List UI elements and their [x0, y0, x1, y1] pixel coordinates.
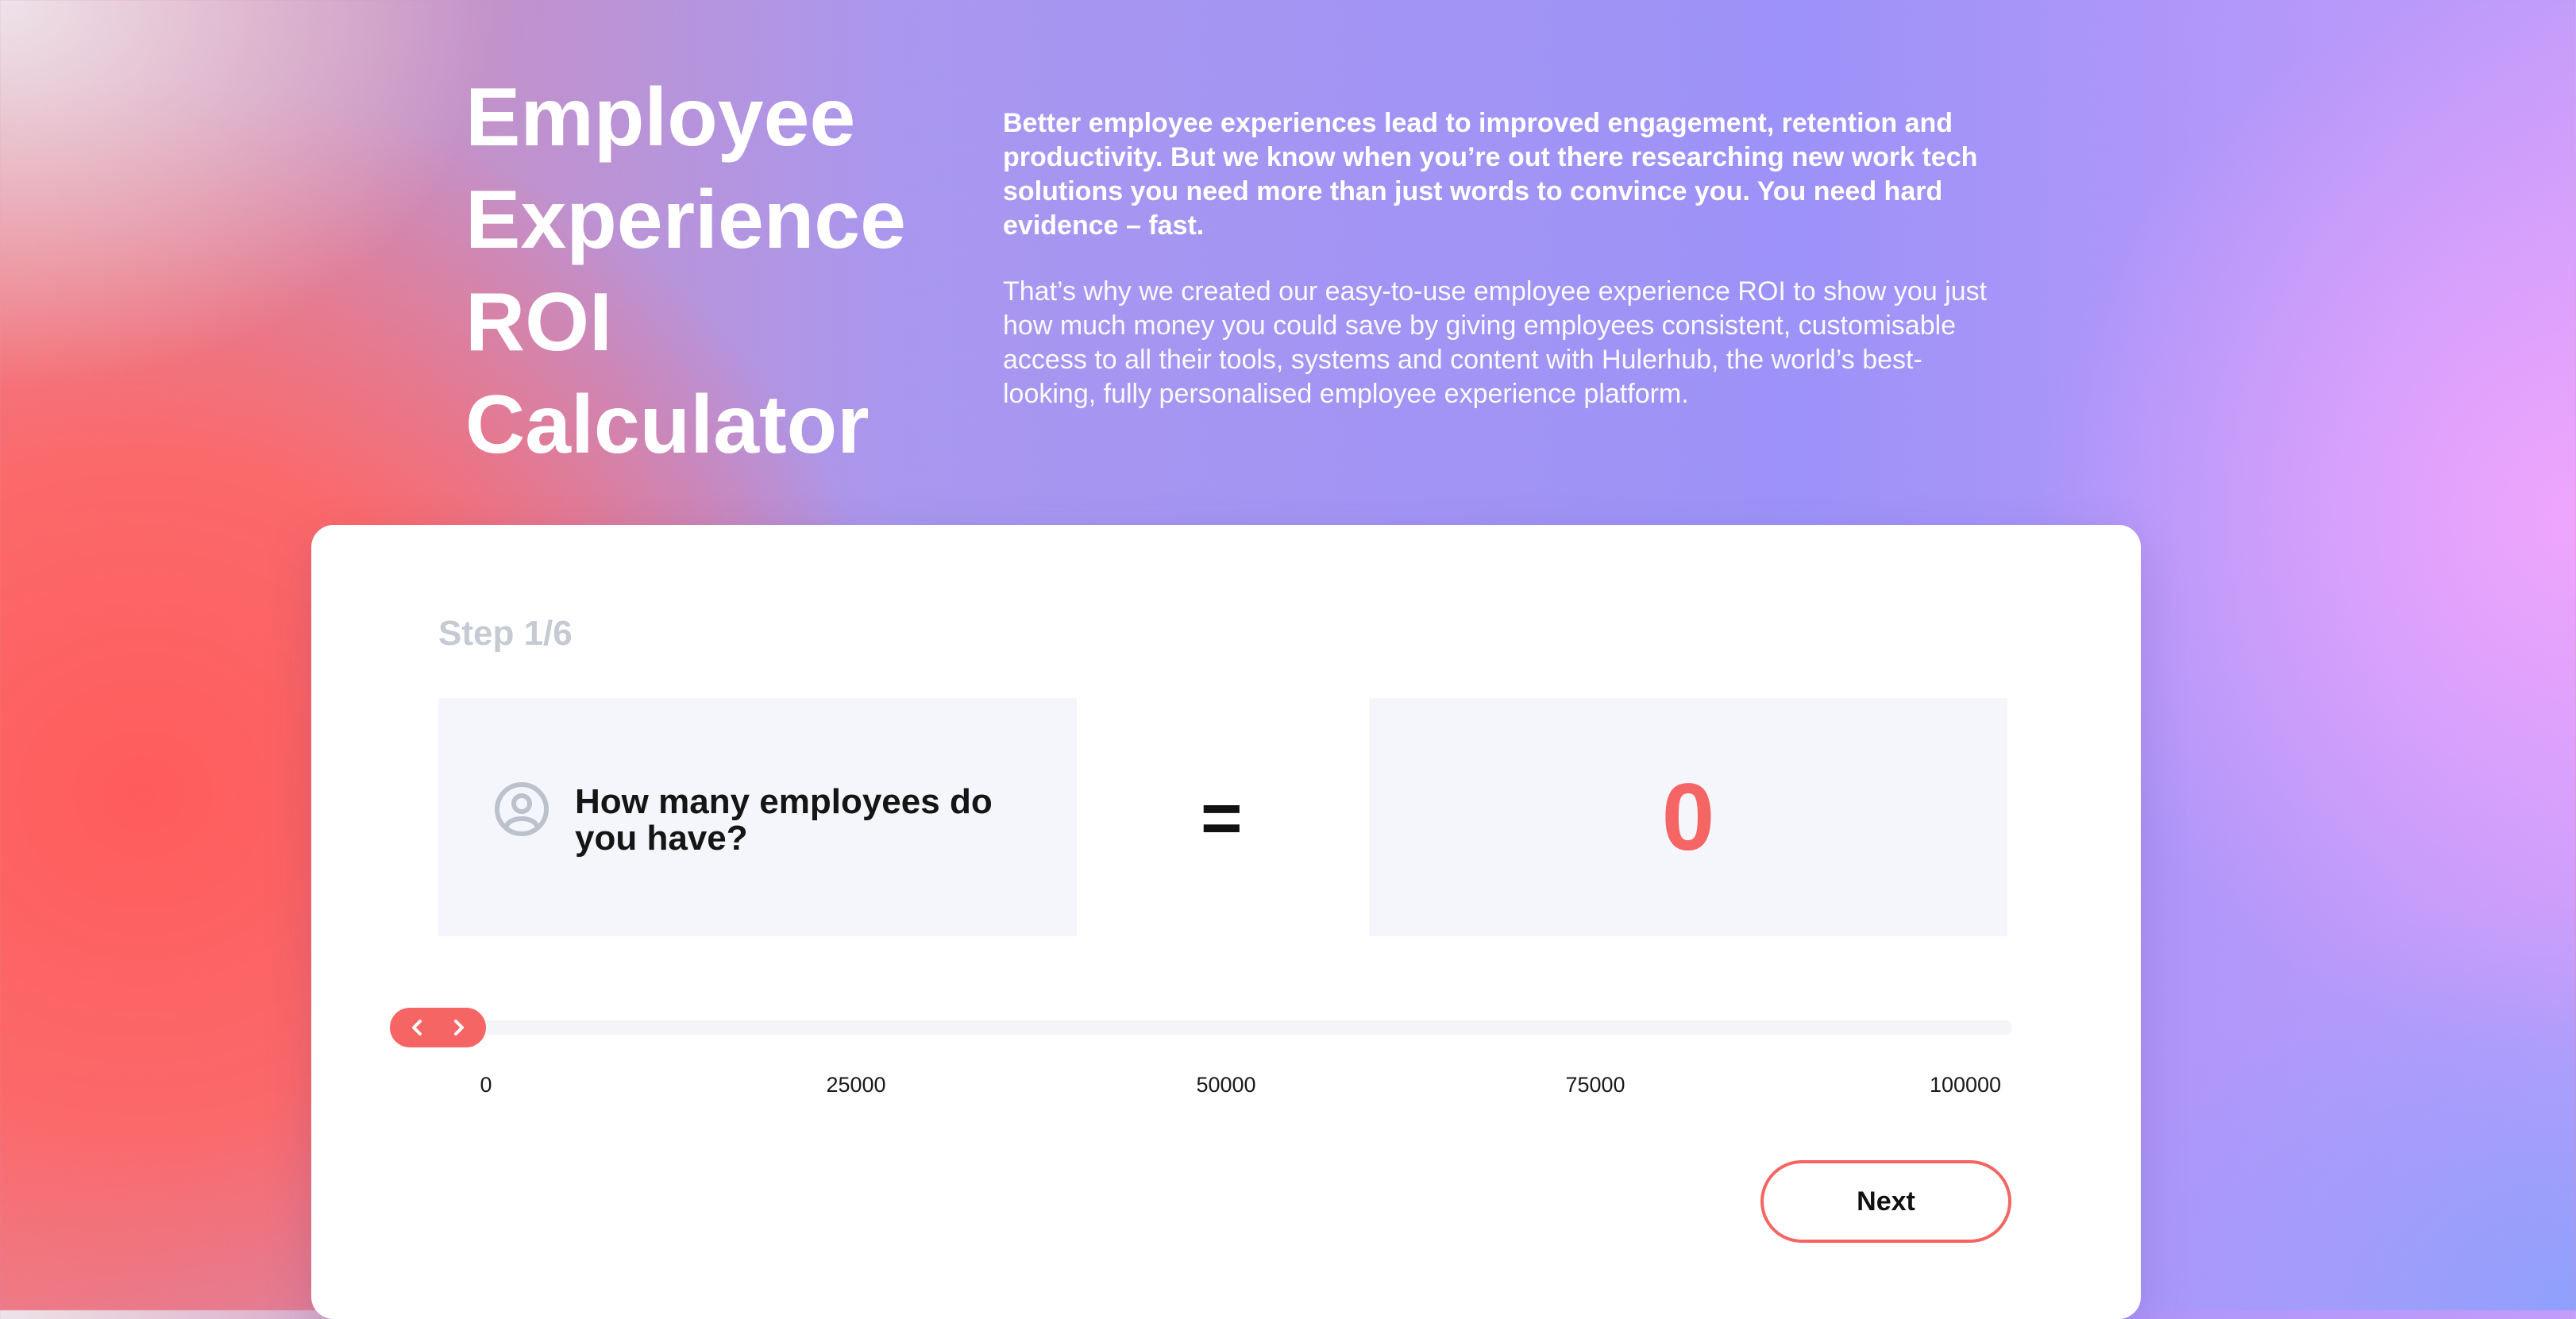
page-title-line: Experience: [465, 174, 906, 266]
slider-tick-label: 100000: [1929, 1073, 2002, 1097]
chevron-left-icon: [412, 1020, 422, 1036]
page-title: Employee Experience ROI Calculator: [465, 67, 974, 476]
page-title-line: Calculator: [465, 379, 870, 471]
slider-tick-label: 25000: [826, 1073, 886, 1097]
result-value: 0: [1661, 764, 1715, 870]
chevron-right-icon: [453, 1020, 464, 1036]
result-panel: 0: [1369, 698, 2007, 936]
equals-sign: =: [1201, 779, 1243, 858]
intro-section: Better employee experiences lead to impr…: [1003, 106, 2011, 411]
page-title-line: Employee: [465, 71, 856, 164]
slider-tick-label: 0: [480, 1073, 492, 1097]
intro-lead-paragraph: Better employee experiences lead to impr…: [1003, 108, 1978, 241]
page-title-line: ROI: [465, 276, 612, 368]
employee-slider-handle[interactable]: [390, 1008, 486, 1047]
question-panel: How many employees do you have?: [438, 698, 1077, 936]
next-button[interactable]: Next: [1760, 1160, 2011, 1243]
slider-tick-label: 50000: [1196, 1073, 1256, 1097]
slider-tick-label: 75000: [1565, 1073, 1625, 1097]
intro-body-paragraph: That’s why we created our easy-to-use em…: [1003, 276, 1988, 409]
step-indicator: Step 1/6: [438, 614, 573, 653]
question-text: How many employees do you have?: [575, 782, 993, 858]
user-circle-icon: [495, 782, 549, 836]
calculator-card: Step 1/6 How many employees do you have?…: [311, 525, 2141, 1319]
employee-slider-track[interactable]: [430, 1020, 2012, 1035]
